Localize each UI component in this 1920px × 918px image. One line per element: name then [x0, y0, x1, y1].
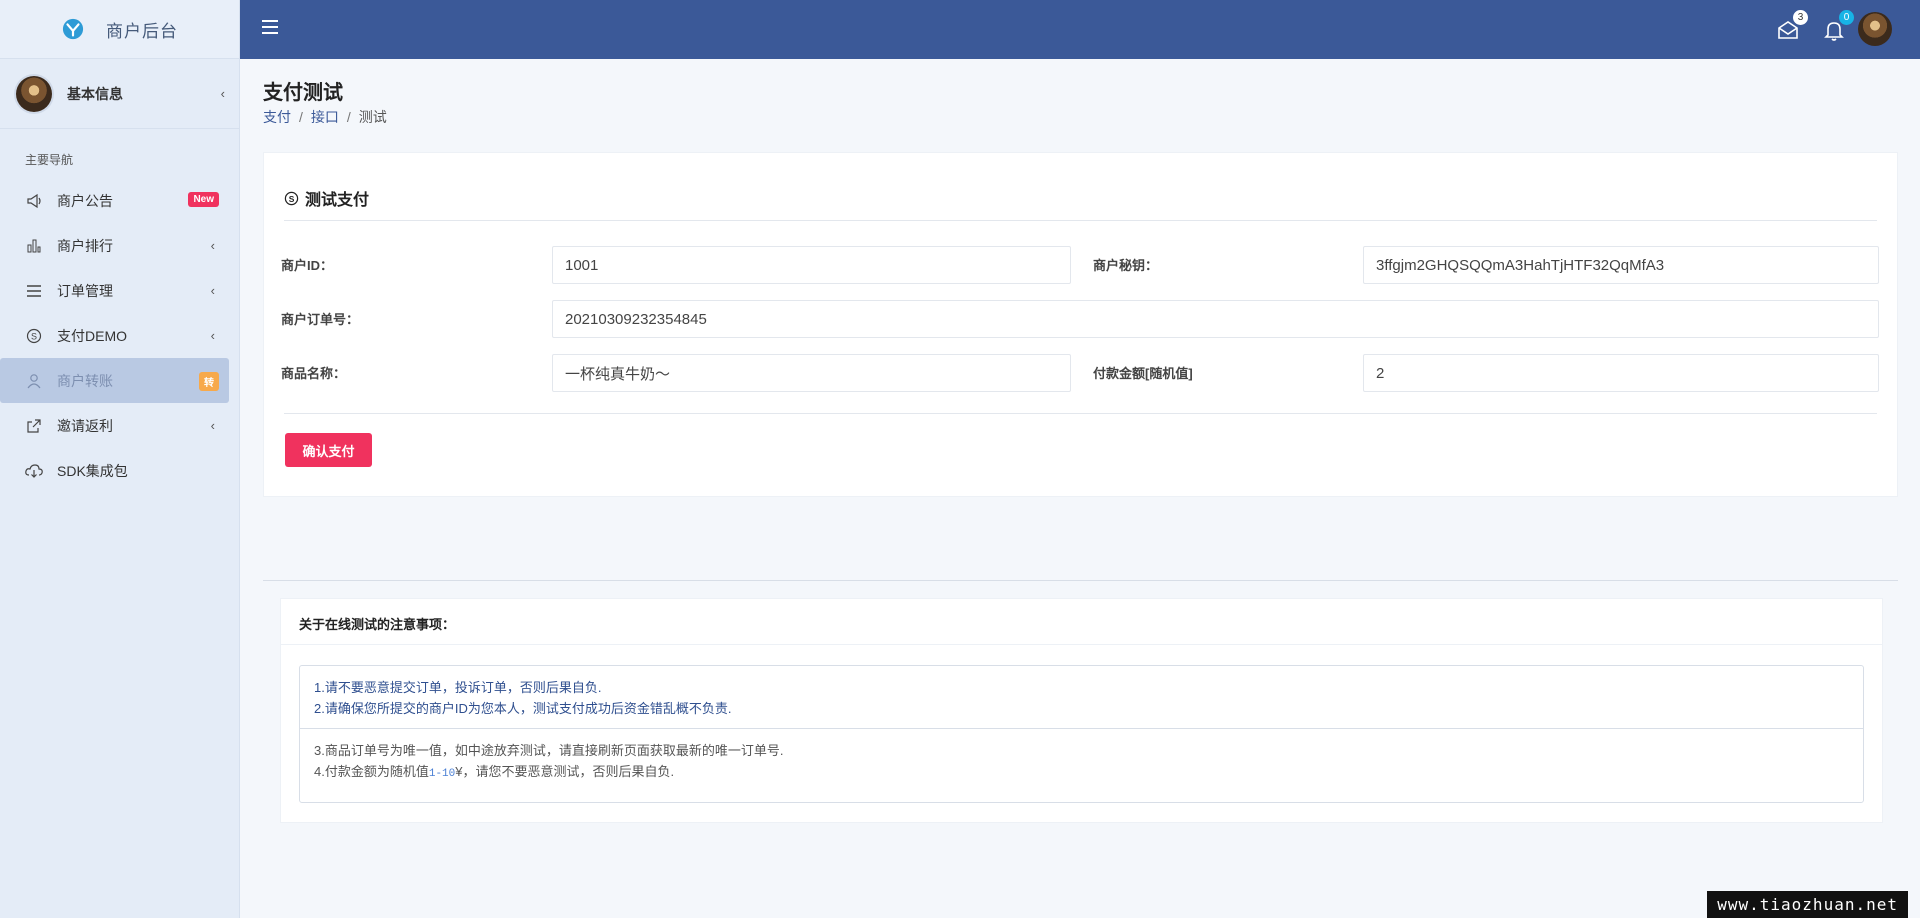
merchant-key-label: 商户秘钥： [1093, 258, 1159, 273]
note-text: ¥，请您不要恶意测试，否则后果自负. [455, 764, 675, 779]
notes-list: 1.请不要恶意提交订单，投诉订单，否则后果自负. 2.请确保您所提交的商户ID为… [299, 665, 1864, 803]
user-icon [25, 372, 43, 390]
sidebar-item-label: 邀请返利 [57, 417, 113, 434]
sidebar-item-label: 商户公告 [57, 192, 113, 209]
notes-group-warning: 1.请不要恶意提交订单，投诉订单，否则后果自负. 2.请确保您所提交的商户ID为… [300, 666, 1863, 729]
brand-logo-icon [62, 18, 84, 40]
divider [284, 413, 1877, 414]
card-title: S 测试支付 [284, 186, 369, 210]
svg-text:S: S [31, 331, 37, 341]
sidebar-item-pay-demo[interactable]: S 支付DEMO ‹ [0, 313, 229, 358]
product-name-label: 商品名称： [281, 366, 347, 381]
sidebar-item-label: SDK集成包 [57, 462, 128, 479]
notes-title: 关于在线测试的注意事项： [281, 599, 1882, 645]
merchant-id-input[interactable] [552, 246, 1071, 284]
divider [284, 220, 1877, 221]
notes-group-info: 3.商品订单号为唯一值，如中途放弃测试，请直接刷新页面获取最新的唯一订单号. 4… [300, 729, 1863, 796]
note-line: 1.请不要恶意提交订单，投诉订单，否则后果自负. [314, 680, 602, 695]
sidebar-item-label: 支付DEMO [57, 327, 127, 344]
user-panel[interactable]: 基本信息 ‹ [0, 59, 239, 129]
share-icon [25, 417, 43, 435]
card-title-text: 测试支付 [305, 192, 370, 209]
notes-card: 关于在线测试的注意事项： 1.请不要恶意提交订单，投诉订单，否则后果自负. 2.… [280, 598, 1883, 823]
new-badge: New [188, 192, 219, 207]
sidebar-item-transfer[interactable]: 商户转账 转 [0, 358, 229, 403]
sidebar-item-announcement[interactable]: 商户公告 New [0, 178, 229, 223]
breadcrumb-current: 测试 [358, 109, 387, 125]
skype-icon: S [25, 327, 43, 345]
user-name: 基本信息 [67, 85, 123, 102]
amount-range-code: 1-10 [428, 768, 456, 780]
bell-count-badge: 0 [1839, 10, 1854, 25]
chevron-left-icon: ‹ [210, 238, 215, 253]
sidebar-item-label: 订单管理 [57, 282, 113, 299]
transfer-badge: 转 [199, 372, 219, 391]
bell-icon[interactable]: 0 [1822, 10, 1854, 42]
sidebar: 商户后台 基本信息 ‹ 主要导航 商户公告 New 商户排行 ‹ 订单管理 ‹ [0, 0, 240, 918]
watermark: www.tiaozhuan.net [1707, 891, 1908, 918]
sidebar-item-label: 商户转账 [57, 372, 113, 389]
amount-input[interactable] [1363, 354, 1879, 392]
chevron-left-icon: ‹ [210, 328, 215, 343]
confirm-pay-button[interactable]: 确认支付 [285, 433, 372, 467]
chevron-left-icon: ‹ [210, 283, 215, 298]
note-text: 4.付款金额为随机值 [314, 764, 429, 779]
brand-name: 商户后台 [106, 21, 178, 41]
brand[interactable]: 商户后台 [0, 0, 239, 59]
sidebar-item-ranking[interactable]: 商户排行 ‹ [0, 223, 229, 268]
note-line: 2.请确保您所提交的商户ID为您本人，测试支付成功后资金错乱概不负责. [314, 701, 732, 716]
sidebar-item-label: 商户排行 [57, 237, 113, 254]
nav-section-title: 主要导航 [25, 153, 74, 167]
breadcrumb-pay[interactable]: 支付 [263, 109, 291, 125]
topbar: 3 0 [240, 0, 1920, 59]
sidebar-item-invite[interactable]: 邀请返利 ‹ [0, 403, 229, 448]
product-name-input[interactable] [552, 354, 1071, 392]
skype-icon: S [284, 191, 299, 205]
section-divider [263, 580, 1898, 581]
sidebar-item-orders[interactable]: 订单管理 ‹ [0, 268, 229, 313]
chevron-left-icon: ‹ [210, 418, 215, 433]
megaphone-icon [25, 192, 43, 210]
cloud-download-icon [25, 462, 43, 480]
menu-toggle-icon[interactable] [262, 20, 278, 34]
bar-chart-icon [25, 237, 43, 255]
breadcrumb: 支付 / 接口 / 测试 [263, 109, 387, 125]
payment-test-card: S 测试支付 商户ID： 商户秘钥： 商户订单号： 商品名称： 付款金额[随机值… [263, 152, 1898, 497]
note-line: 4.付款金额为随机值1-10¥，请您不要恶意测试，否则后果自负. [314, 761, 1849, 785]
order-no-label: 商户订单号： [281, 312, 360, 327]
user-avatar [16, 75, 52, 112]
profile-avatar[interactable] [1858, 12, 1892, 46]
breadcrumb-interface[interactable]: 接口 [311, 109, 339, 125]
page-title: 支付测试 [263, 82, 343, 104]
merchant-id-label: 商户ID： [281, 258, 334, 273]
mail-icon[interactable]: 3 [1776, 10, 1808, 42]
amount-label: 付款金额[随机值] [1093, 366, 1193, 381]
svg-text:S: S [289, 193, 295, 203]
mail-count-badge: 3 [1793, 10, 1808, 25]
list-icon [25, 282, 43, 300]
order-no-input[interactable] [552, 300, 1879, 338]
note-line: 3.商品订单号为唯一值，如中途放弃测试，请直接刷新页面获取最新的唯一订单号. [314, 743, 784, 758]
merchant-key-input[interactable] [1363, 246, 1879, 284]
chevron-left-icon: ‹ [220, 86, 225, 101]
sidebar-item-sdk[interactable]: SDK集成包 [0, 448, 229, 493]
